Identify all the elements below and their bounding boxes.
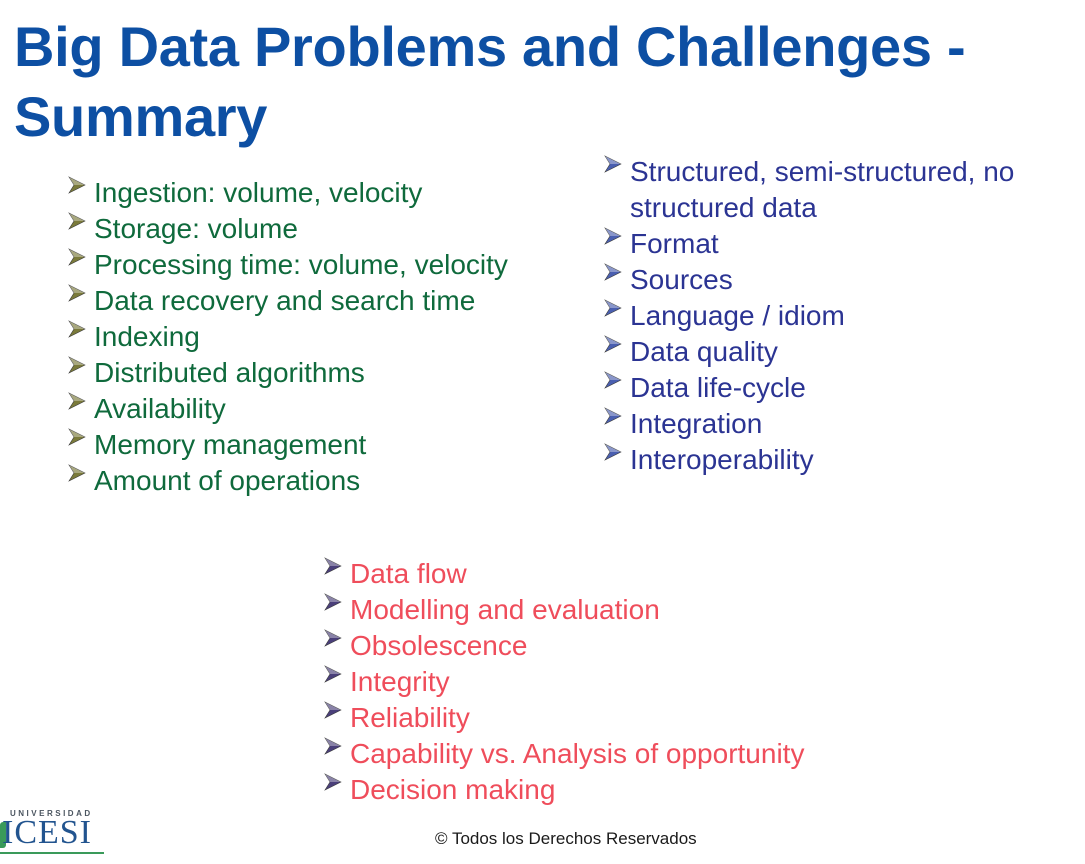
technical-challenges-list: Ingestion: volume, velocity Storage: volu…: [68, 175, 524, 499]
list-item: Integration: [604, 406, 1060, 442]
list-item: Modelling and evaluation: [324, 592, 910, 628]
slide-title: Big Data Problems and Challenges - Summa…: [14, 15, 966, 148]
list-item: Sources: [604, 262, 1060, 298]
list-item: Obsolescence: [324, 628, 910, 664]
list-item: Reliability: [324, 700, 910, 736]
list-item-label: Decision making: [350, 774, 556, 805]
list-item: Availability: [68, 391, 524, 427]
list-item: Data flow: [324, 556, 910, 592]
logo-underline: [0, 852, 104, 854]
list-item-label: Distributed algorithms: [94, 357, 365, 388]
arrow-bullet-icon: [323, 772, 343, 792]
list-item-label: Indexing: [94, 321, 200, 352]
arrow-bullet-icon: [603, 262, 623, 282]
arrow-bullet-icon: [323, 556, 343, 576]
arrow-bullet-icon: [323, 592, 343, 612]
arrow-bullet-icon: [67, 283, 87, 303]
list-item-label: Data quality: [630, 336, 778, 367]
list-item: Capability vs. Analysis of opportunity: [324, 736, 910, 772]
arrow-bullet-icon: [67, 247, 87, 267]
arrow-bullet-icon: [67, 211, 87, 231]
list-item-label: Capability vs. Analysis of opportunity: [350, 738, 805, 769]
arrow-bullet-icon: [323, 700, 343, 720]
list-item: Indexing: [68, 319, 524, 355]
list-item-label: Reliability: [350, 702, 470, 733]
list-item: Data life-cycle: [604, 370, 1060, 406]
list-item-label: Modelling and evaluation: [350, 594, 660, 625]
icesi-logo: UNIVERSIDAD ICESI: [0, 806, 110, 856]
list-item-label: Interoperability: [630, 444, 814, 475]
list-item: Decision making: [324, 772, 910, 808]
list-item-label: Data flow: [350, 558, 467, 589]
list-item-label: Data recovery and search time: [94, 285, 476, 316]
list-item: Distributed algorithms: [68, 355, 524, 391]
list-item-label: Memory management: [94, 429, 367, 460]
list-item: Processing time: volume, velocity: [68, 247, 524, 283]
arrow-bullet-icon: [603, 370, 623, 390]
list-item: Format: [604, 226, 1060, 262]
footer-copyright: © Todos los Derechos Reservados: [435, 829, 697, 848]
arrow-bullet-icon: [67, 355, 87, 375]
list-item: Interoperability: [604, 442, 1060, 478]
arrow-bullet-icon: [603, 298, 623, 318]
arrow-bullet-icon: [67, 391, 87, 411]
list-item-label: Ingestion: volume, velocity: [94, 177, 423, 208]
arrow-bullet-icon: [67, 463, 87, 483]
list-item-label: Structured, semi-structured, no structur…: [630, 156, 1015, 223]
business-challenges-list: Data flow Modelling and evaluation Obsoles…: [324, 556, 910, 808]
list-item: Data recovery and search time: [68, 283, 524, 319]
list-item-label: Sources: [630, 264, 733, 295]
list-item-label: Obsolescence: [350, 630, 528, 661]
arrow-bullet-icon: [603, 154, 623, 174]
list-item-label: Language / idiom: [630, 300, 845, 331]
list-item: Amount of operations: [68, 463, 524, 499]
list-item-label: Amount of operations: [94, 465, 361, 496]
arrow-bullet-icon: [323, 736, 343, 756]
arrow-bullet-icon: [67, 319, 87, 339]
list-item: Integrity: [324, 664, 910, 700]
arrow-bullet-icon: [603, 226, 623, 246]
arrow-bullet-icon: [67, 427, 87, 447]
list-item-label: Integrity: [350, 666, 450, 697]
arrow-bullet-icon: [603, 406, 623, 426]
arrow-bullet-icon: [603, 442, 623, 462]
logo-name: ICESI: [2, 814, 92, 851]
list-item-label: Availability: [94, 393, 226, 424]
arrow-bullet-icon: [323, 628, 343, 648]
list-item-label: Format: [630, 228, 719, 259]
list-item: Structured, semi-structured, no structur…: [604, 154, 1060, 226]
arrow-bullet-icon: [67, 175, 87, 195]
list-item-label: Integration: [630, 408, 763, 439]
list-item: Memory management: [68, 427, 524, 463]
arrow-bullet-icon: [323, 664, 343, 684]
list-item: Storage: volume: [68, 211, 524, 247]
list-item: Ingestion: volume, velocity: [68, 175, 524, 211]
list-item: Data quality: [604, 334, 1060, 370]
list-item-label: Storage: volume: [94, 213, 298, 244]
list-item-label: Data life-cycle: [630, 372, 806, 403]
data-challenges-list: Structured, semi-structured, no structur…: [604, 154, 1060, 478]
list-item-label: Processing time: volume, velocity: [94, 249, 508, 280]
list-item: Language / idiom: [604, 298, 1060, 334]
arrow-bullet-icon: [603, 334, 623, 354]
